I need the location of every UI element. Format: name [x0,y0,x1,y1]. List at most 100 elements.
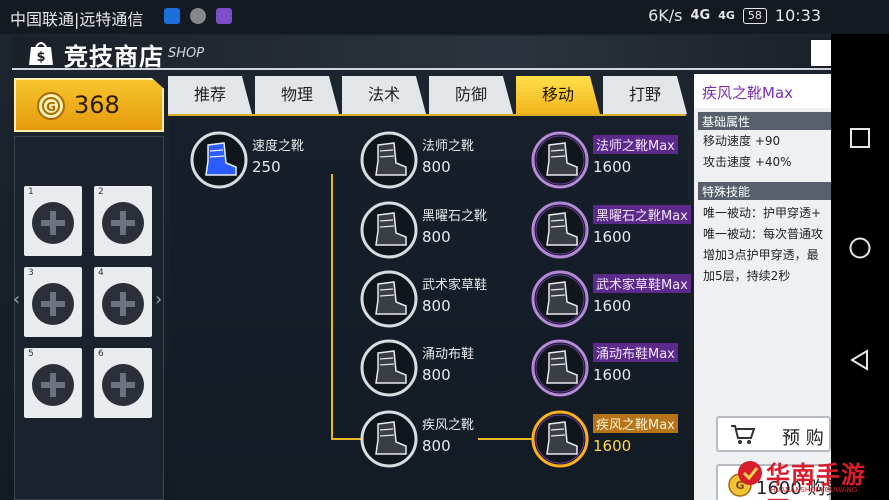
attr-move-speed: 移动速度 +90 [703,134,781,148]
equipment-slot[interactable]: 3 [24,267,82,337]
item-price: 800 [422,437,451,455]
item-name: 黑曜石之靴Max [593,205,691,224]
chevron-left-icon: ‹ [13,289,21,310]
shop-item[interactable]: 武术家草鞋Max 1600 [531,270,691,328]
boot-icon [360,201,418,259]
item-price: 800 [422,297,451,315]
item-name: 法师之靴Max [593,135,678,154]
boot-icon [531,339,589,397]
battery-icon: 58 [742,7,767,24]
boot-icon [360,270,418,328]
tab-5[interactable]: 打野 [603,76,687,114]
equipment-slot[interactable]: 2 [94,186,152,256]
chevron-right-icon: › [155,289,163,310]
gold-amount: 368 [74,91,120,119]
equipment-slot[interactable]: 1 [24,186,82,256]
boot-icon [190,131,248,189]
shop-item[interactable]: 涌动布鞋 800 [360,339,510,397]
equipment-slot[interactable]: 5 [24,348,82,418]
item-name: 速度之靴 [252,139,305,154]
tab-4[interactable]: 移动 [516,76,600,114]
slot-number: 4 [98,268,104,278]
back-icon[interactable] [848,348,872,372]
item-price: 800 [422,366,451,384]
boot-icon [531,270,589,328]
boot-icon [531,410,589,468]
tab-2[interactable]: 法术 [342,76,426,114]
skill-line-2: 唯一被动：每次普通攻 [703,227,824,241]
shop-item[interactable]: 疾风之靴 800 [360,410,510,468]
preorder-button[interactable]: 预 购 [716,416,831,452]
screen: 中国联通|远特通信 6K/s 4G 4G 58 10:33 $ 竞技商店 SHO… [0,0,889,500]
item-name: 疾风之靴 [422,418,475,433]
preorder-label: 预 购 [782,428,824,449]
gallery-notification-icon [216,8,232,24]
boot-icon [360,410,418,468]
tab-1[interactable]: 物理 [255,76,339,114]
watermark-logo [738,461,762,485]
game-viewport: $ 竞技商店 SHOP G 368 ‹ › 1 2 3 4 5 6 推荐 物理 法术 防御 移动打… [0,34,831,500]
tab-0[interactable]: 推荐 [168,76,252,114]
item-name: 涌动布鞋Max [593,343,678,362]
item-name: 疾风之靴Max [593,414,678,433]
shop-bag-icon: $ [29,42,53,65]
shop-header: $ 竞技商店 SHOP [12,36,831,71]
shop-item[interactable]: 武术家草鞋 800 [360,270,510,328]
item-name: 法师之靴 [422,139,475,154]
shop-item[interactable]: 疾风之靴Max 1600 [531,410,681,468]
item-name: 武术家草鞋Max [593,274,691,293]
boot-icon [360,339,418,397]
equipment-slot[interactable]: 6 [94,348,152,418]
site-watermark: 华南手游网 HUANANSHOUYOUWANG [736,455,886,500]
slot-number: 5 [28,349,34,359]
app-notification-icon [164,8,180,24]
gold-balance-panel: G 368 [14,78,164,132]
slot-number: 6 [98,349,104,359]
item-price: 1600 [593,437,632,455]
avatar-notification-icon [190,8,206,24]
skill-line-3: 增加3点护甲穿透，最 [703,248,819,262]
add-icon [102,283,144,325]
base-attributes-header: 基础属性 [698,112,831,130]
shop-item[interactable]: 法师之靴 800 [360,131,510,189]
home-icon[interactable] [848,236,872,260]
shop-item[interactable]: 速度之靴 250 [190,131,340,189]
slot-number: 3 [28,268,34,278]
add-icon [32,202,74,244]
attr-attack-speed: 攻击速度 +40% [703,155,792,169]
recent-apps-icon[interactable] [848,126,872,150]
status-right: 6K/s 4G 4G 58 10:33 [648,6,821,25]
upgrade-path-vertical [331,174,333,439]
shop-subtitle: SHOP [168,46,205,61]
item-name: 武术家草鞋 [422,278,488,293]
signal-4g-icon: 4G [690,8,711,23]
add-icon [102,202,144,244]
shop-title: 竞技商店 [64,43,164,71]
item-price: 1600 [593,297,632,315]
watermark-subtext: HUANANSHOUYOUWANG [770,486,858,494]
item-name: 黑曜石之靴 [422,209,488,224]
boot-icon [531,201,589,259]
shop-item[interactable]: 法师之靴Max 1600 [531,131,681,189]
tab-3[interactable]: 防御 [429,76,513,114]
network-speed: 6K/s [648,6,683,25]
skill-line-4: 加5层，持续2秒 [703,269,791,283]
add-icon [32,283,74,325]
android-nav-bar [831,34,889,500]
shop-item[interactable]: 黑曜石之靴 800 [360,201,510,259]
item-detail-panel: 疾风之靴Max 基础属性 移动速度 +90 攻击速度 +40% 特殊技能 唯一被… [694,74,831,500]
carrier-label: 中国联通|远特通信 [10,10,144,29]
header-edge-tab[interactable] [811,40,831,66]
shop-item[interactable]: 黑曜石之靴Max 1600 [531,201,691,259]
detail-item-name: 疾风之靴Max [694,74,831,108]
item-price: 1600 [593,228,632,246]
item-price: 1600 [593,366,632,384]
equipment-slot[interactable]: 4 [94,267,152,337]
boot-icon [360,131,418,189]
signal-4g-icon-2: 4G [718,9,735,22]
boot-icon [531,131,589,189]
shop-item[interactable]: 涌动布鞋Max 1600 [531,339,681,397]
item-price: 1600 [593,158,632,176]
svg-text:G: G [46,100,56,114]
add-icon [32,364,74,406]
